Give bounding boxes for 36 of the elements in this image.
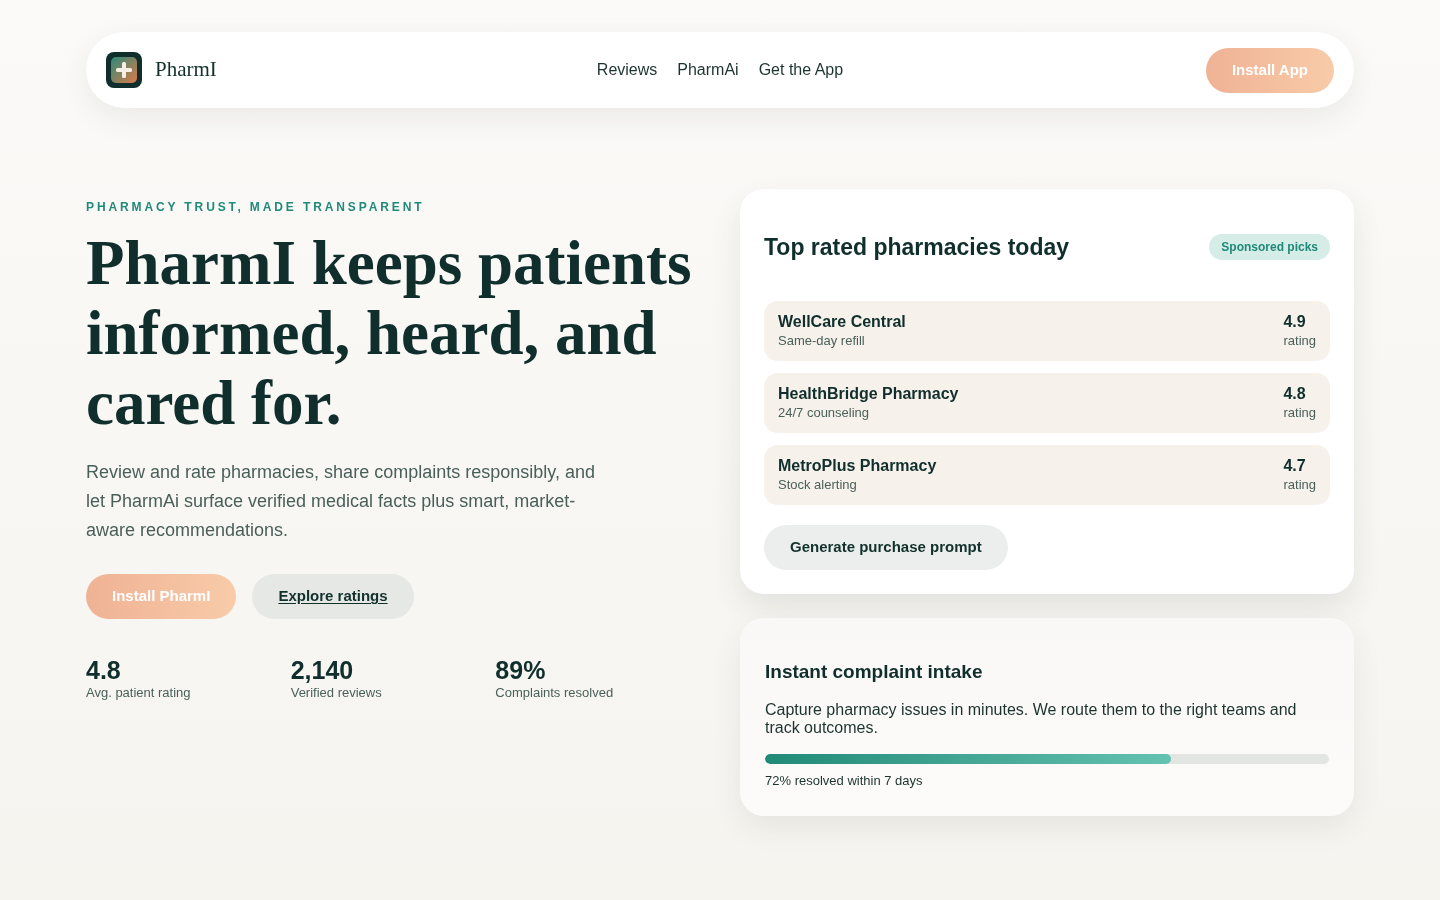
hero-headline: PharmI keeps patients informed, heard, and cared for. [86,228,693,438]
pharmacy-name: MetroPlus Pharmacy [778,456,937,476]
card-title: Top rated pharmacies today [764,233,1070,261]
complaint-description: Capture pharmacy issues in minutes. We route them to the right teams and track outcomes. [765,701,1298,737]
rating-label: rating [1283,476,1316,494]
rating-value: 4.7 [1283,456,1306,476]
pharmacy-name: WellCare Central [778,312,906,332]
pharmacy-row[interactable]: WellCare Central Same-day refill 4.9 rating [764,301,1330,361]
card-title: Instant complaint intake [765,660,984,684]
pharmacy-name: HealthBridge Pharmacy [778,384,959,404]
pharmacy-row[interactable]: MetroPlus Pharmacy Stock alerting 4.7 rating [764,445,1330,505]
rating-label: rating [1283,332,1316,350]
explore-ratings-button[interactable]: Explore ratings [252,574,414,619]
logo-plus-icon [106,52,142,88]
rating-value: 4.9 [1283,312,1306,332]
rating-label: rating [1283,404,1316,422]
pharmacy-feature: Same-day refill [778,332,866,350]
hero-description: Review and rate pharmacies, share complaints responsibly, and let PharmAi surface verified medical facts plus smart, market-aware recommendations. [86,461,596,542]
stat-label: Avg. patient rating [86,685,192,701]
nav-link[interactable]: Get the App [758,58,844,82]
generate-prompt-button[interactable]: Generate purchase prompt [764,525,1008,570]
stat-label: Verified reviews [290,685,383,701]
eyebrow-text: PHARMACY TRUST, MADE TRANSPARENT [86,199,426,215]
stat-label: Complaints resolved [495,685,615,701]
pharmacy-feature: 24/7 counseling [778,404,871,422]
pharmacy-row[interactable]: HealthBridge Pharmacy 24/7 counseling 4.8 rating [764,373,1330,433]
sponsored-badge: Sponsored picks [1209,234,1330,260]
progress-caption: 72% resolved within 7 days [765,772,924,790]
rating-value: 4.8 [1283,384,1306,404]
stat-value: 89% [495,655,547,685]
brand-name: PharmI [155,56,217,84]
nav-link[interactable]: PharmAi [677,58,739,82]
pharmacy-feature: Stock alerting [778,476,858,494]
stat-value: 2,140 [290,655,355,685]
stat-value: 4.8 [86,655,122,685]
nav-link[interactable]: Reviews [596,58,658,82]
